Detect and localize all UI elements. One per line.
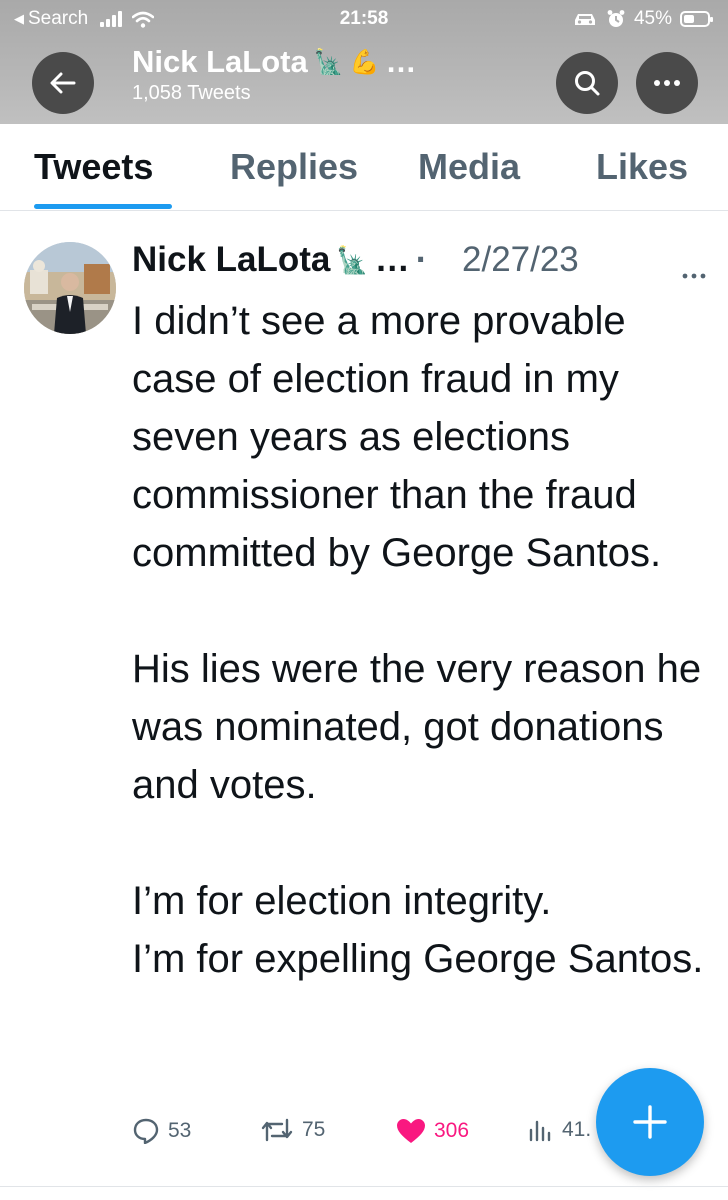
statue-of-liberty-emoji: 🗽 xyxy=(336,244,369,275)
back-button[interactable] xyxy=(32,52,94,114)
statue-of-liberty-emoji: 🗽 xyxy=(313,48,344,76)
views-button[interactable]: 41. xyxy=(528,1118,591,1142)
tweet-menu-button[interactable] xyxy=(682,248,706,288)
battery-icon xyxy=(680,11,713,27)
profile-name-ellipsis: … xyxy=(385,44,417,79)
divider xyxy=(0,1186,728,1187)
status-right: 45% xyxy=(572,8,713,30)
tab-likes[interactable]: Likes xyxy=(596,146,688,188)
views-icon xyxy=(529,1120,551,1142)
retweet-button[interactable]: 75 xyxy=(260,1118,325,1142)
tab-media[interactable]: Media xyxy=(418,146,520,188)
tweet-author-ellipsis: … xyxy=(374,240,410,279)
profile-tabs: Tweets Replies Media Likes xyxy=(0,124,728,211)
flexed-biceps-emoji: 💪 xyxy=(349,48,380,76)
tweet-date[interactable]: 2/27/23 xyxy=(462,240,579,280)
search-button[interactable] xyxy=(556,52,618,114)
more-icon xyxy=(654,80,680,86)
tab-replies[interactable]: Replies xyxy=(230,146,358,188)
compose-tweet-button[interactable] xyxy=(596,1068,704,1176)
more-icon xyxy=(682,273,706,279)
battery-percent: 45% xyxy=(633,8,672,29)
reply-button[interactable]: 53 xyxy=(132,1118,191,1144)
search-icon xyxy=(575,71,600,96)
status-bar: ◀ Search 21:58 45% xyxy=(0,6,728,36)
profile-header: ◀ Search 21:58 45% Nick LaLota 🗽 💪 … 1,0… xyxy=(0,0,728,124)
more-button[interactable] xyxy=(636,52,698,114)
heart-icon xyxy=(397,1119,425,1143)
tweet-header: Nick LaLota 🗽 … · 2/27/23 xyxy=(132,238,712,288)
avatar[interactable] xyxy=(24,242,116,334)
profile-name: Nick LaLota xyxy=(132,44,308,79)
plus-icon xyxy=(633,1105,667,1139)
tweet-text: I didn’t see a more provable case of ele… xyxy=(132,299,704,981)
like-count: 306 xyxy=(434,1119,470,1142)
tweet-separator: · xyxy=(415,240,428,279)
active-tab-indicator xyxy=(34,204,172,209)
alarm-icon xyxy=(607,10,625,27)
tweet-count: 1,058 Tweets xyxy=(132,82,251,104)
avatar-photo xyxy=(24,242,116,334)
profile-name-row: Nick LaLota 🗽 💪 … xyxy=(132,44,417,80)
tab-tweets[interactable]: Tweets xyxy=(34,146,153,188)
tweet-author-name: Nick LaLota xyxy=(132,240,331,279)
profile-title: Nick LaLota 🗽 💪 … 1,058 Tweets xyxy=(132,44,417,105)
tweet-author[interactable]: Nick LaLota 🗽 … · xyxy=(132,240,427,280)
retweet-icon xyxy=(261,1118,293,1142)
retweet-count: 75 xyxy=(302,1118,326,1141)
views-count: 41. xyxy=(562,1118,592,1141)
reply-count: 53 xyxy=(168,1119,192,1142)
back-arrow-icon xyxy=(50,72,76,94)
reply-icon xyxy=(133,1118,159,1144)
car-icon xyxy=(574,14,595,25)
tweet-actions: 53 75 306 41. xyxy=(132,1118,592,1158)
like-button[interactable]: 306 xyxy=(396,1118,469,1144)
